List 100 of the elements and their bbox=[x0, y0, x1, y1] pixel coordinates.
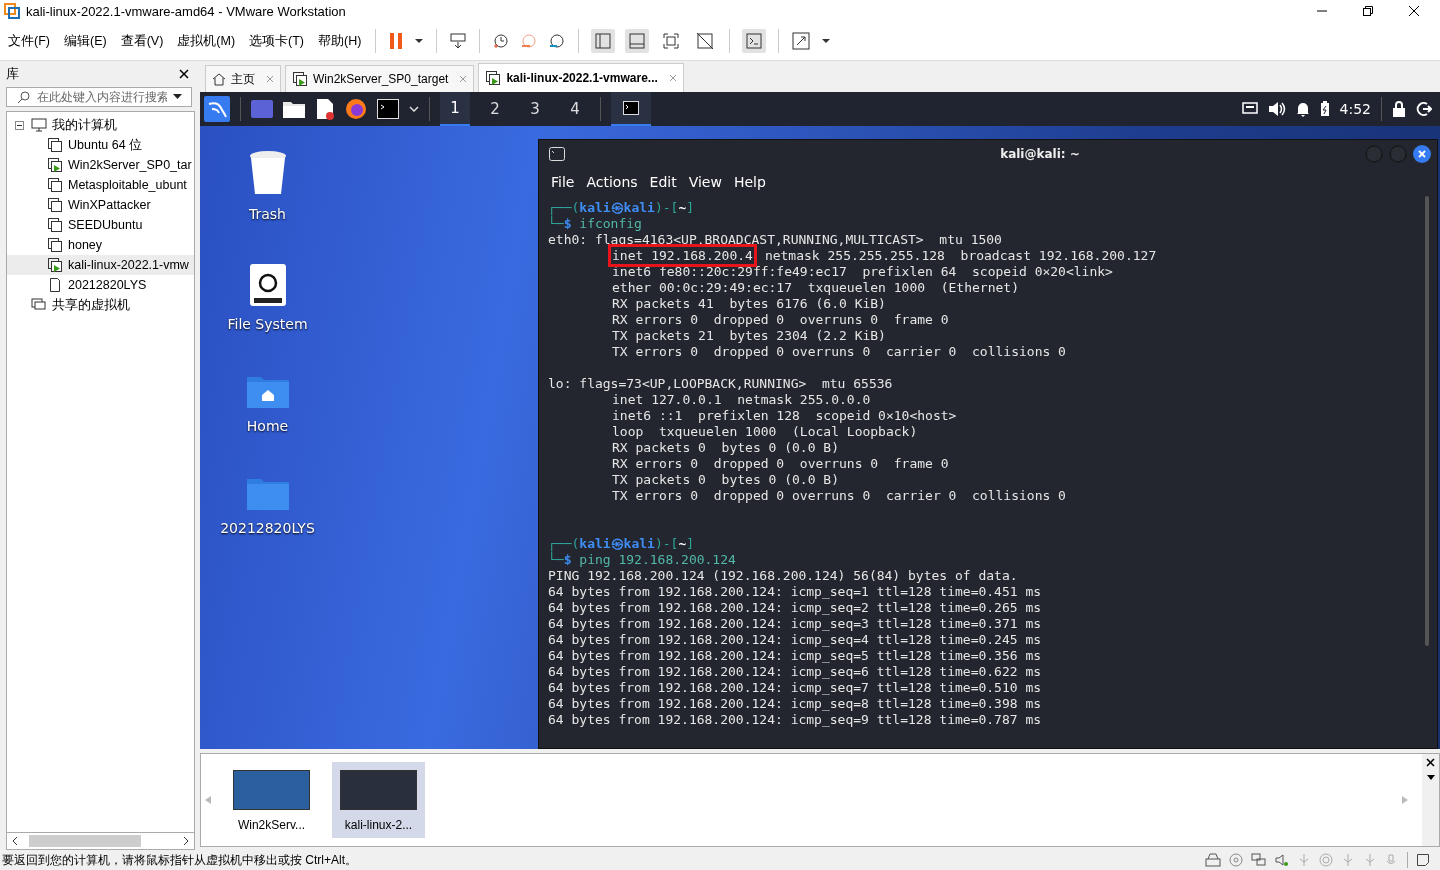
scrollbar[interactable] bbox=[1425, 196, 1429, 646]
home-folder-icon[interactable] bbox=[246, 374, 289, 408]
terminal-title: kali@kali: ~ bbox=[999, 147, 1081, 161]
folder-icon[interactable] bbox=[283, 100, 305, 118]
tree-item[interactable]: kali-linux-2022.1-vmw bbox=[7, 255, 194, 275]
stretch-icon[interactable] bbox=[791, 31, 812, 51]
desktop-icon-label[interactable]: Trash bbox=[249, 206, 286, 222]
logout-icon[interactable] bbox=[1416, 101, 1432, 117]
output-line: eth0: flags=4163<UP,BROADCAST,RUNNING,MULTICAST> mtu 1500 bbox=[548, 232, 1002, 248]
menu-item[interactable]: 选项卡(T) bbox=[247, 30, 307, 52]
scroll-right-icon[interactable] bbox=[182, 836, 190, 846]
tree-item[interactable]: Ubuntu 64 位 bbox=[7, 135, 194, 155]
network-icon[interactable] bbox=[1241, 102, 1258, 116]
command-line: └─$ ping 192.168.200.124 bbox=[548, 552, 736, 568]
lock-icon[interactable] bbox=[1392, 101, 1406, 117]
output-line: loop txqueuelen 1000 (Local Loopback) bbox=[612, 424, 918, 440]
drive-icon[interactable] bbox=[249, 264, 286, 306]
browser-icon[interactable] bbox=[345, 98, 367, 120]
restore-icon[interactable] bbox=[1362, 5, 1374, 17]
output-line: RX errors 0 dropped 0 overruns 0 frame 0 bbox=[612, 312, 949, 328]
caret-icon[interactable] bbox=[409, 106, 419, 112]
snapshot-manager-icon[interactable] bbox=[548, 32, 567, 50]
status-message: 要返回到您的计算机，请将鼠标指针从虚拟机中移出或按 Ctrl+Alt。 bbox=[2, 851, 357, 869]
output-line: RX errors 0 dropped 0 overruns 0 frame 0 bbox=[612, 456, 949, 472]
caret-icon[interactable] bbox=[414, 38, 425, 44]
output-line: lo: flags=73<UP,LOOPBACK,RUNNING> mtu 65536 bbox=[548, 376, 893, 392]
output-line: netmask 255.255.255.128 broadcast 192.168.200.127 bbox=[764, 248, 1157, 263]
tab[interactable]: kali-linux-2022.1-vmware... bbox=[478, 63, 684, 92]
workspace-button[interactable]: 1 bbox=[440, 92, 470, 126]
sound-icon[interactable] bbox=[1275, 853, 1289, 867]
send-keys-icon[interactable] bbox=[449, 32, 468, 50]
scroll-left-icon[interactable] bbox=[11, 836, 19, 846]
vm-thumbnail[interactable]: kali-linux-2... bbox=[332, 762, 425, 838]
menu-item[interactable]: 虚拟机(M) bbox=[175, 30, 238, 52]
tree-item[interactable]: 我的计算机 bbox=[52, 116, 117, 134]
trash-icon[interactable] bbox=[247, 150, 288, 196]
desktop-icon-label[interactable]: File System bbox=[227, 316, 308, 332]
close-icon[interactable] bbox=[1413, 145, 1431, 163]
taskbar-button[interactable] bbox=[611, 92, 651, 126]
library-view-icon[interactable] bbox=[591, 29, 616, 53]
collapse-icon[interactable] bbox=[15, 120, 24, 130]
output-line: 64 bytes from 192.168.200.124: icmp_seq=2 ttl=128 time=0.265 ms bbox=[548, 600, 1042, 616]
menu-item[interactable]: 文件(F) bbox=[6, 30, 52, 52]
terminal-icon bbox=[623, 101, 639, 115]
battery-icon[interactable] bbox=[1319, 101, 1330, 117]
pause-icon[interactable] bbox=[388, 32, 405, 50]
scrollbar-thumb[interactable] bbox=[29, 835, 141, 847]
revert-snapshot-icon[interactable] bbox=[520, 32, 539, 50]
tree-item[interactable]: SEEDUbuntu bbox=[7, 215, 194, 235]
output-line: 64 bytes from 192.168.200.124: icmp_seq=9 ttl=128 time=0.787 ms bbox=[548, 712, 1042, 728]
computer-icon bbox=[31, 118, 47, 132]
menu-item[interactable]: View bbox=[684, 172, 726, 192]
close-icon[interactable] bbox=[1408, 5, 1420, 17]
tree-item[interactable]: 共享的虚拟机 bbox=[52, 296, 130, 314]
vm-thumbnail[interactable]: Win2kServ... bbox=[225, 762, 318, 838]
kali-menu-icon[interactable] bbox=[204, 96, 230, 122]
notification-bell-icon[interactable] bbox=[1295, 101, 1310, 117]
tab[interactable]: Win2kServer_SP0_target bbox=[285, 65, 475, 92]
output-line: RX packets 0 bytes 0 (0.0 B) bbox=[612, 440, 839, 456]
hard-disk-icon[interactable] bbox=[1205, 853, 1221, 867]
menu-item[interactable]: 帮助(H) bbox=[316, 30, 364, 52]
tab[interactable]: 主页 bbox=[205, 65, 281, 92]
menu-item[interactable]: 查看(V) bbox=[118, 30, 166, 52]
output-line: TX errors 0 dropped 0 overruns 0 carrier 0 collisions 0 bbox=[612, 344, 1066, 360]
team-icon bbox=[47, 277, 63, 293]
window-title: kali-linux-2022.1-vmware-amd64 - VMware Workstation bbox=[26, 3, 346, 19]
workspace-button[interactable]: 2 bbox=[480, 92, 510, 126]
prompt-line: ┌──(kali㉿kali)-[~] bbox=[548, 200, 695, 216]
snapshot-icon[interactable] bbox=[492, 32, 511, 50]
prompt-line: ┌──(kali㉿kali)-[~] bbox=[548, 536, 695, 552]
caret-icon[interactable] bbox=[821, 38, 832, 44]
text-editor-icon[interactable] bbox=[315, 98, 335, 120]
close-icon[interactable] bbox=[1426, 758, 1435, 767]
tree-item[interactable]: 20212820LYS bbox=[7, 275, 194, 295]
tree-item[interactable]: WinXPattacker bbox=[7, 195, 194, 215]
menu-item[interactable]: Edit bbox=[645, 172, 681, 192]
caret-icon[interactable] bbox=[173, 94, 182, 100]
volume-icon[interactable] bbox=[1267, 101, 1286, 117]
caret-icon[interactable] bbox=[1426, 775, 1435, 780]
tree-item[interactable]: Metasploitable_ubunt bbox=[7, 175, 194, 195]
thumbnail-view-icon[interactable] bbox=[625, 29, 650, 53]
message-log-icon[interactable] bbox=[1416, 853, 1430, 867]
menu-item[interactable]: File bbox=[547, 172, 579, 192]
output-line: 64 bytes from 192.168.200.124: icmp_seq=6 ttl=128 time=0.622 ms bbox=[548, 664, 1042, 680]
tree-item[interactable]: Win2kServer_SP0_tar bbox=[7, 155, 194, 175]
menu-item[interactable]: Help bbox=[729, 172, 770, 192]
network-adapter-icon[interactable] bbox=[1251, 853, 1267, 867]
workspace-button[interactable]: 4 bbox=[560, 92, 590, 126]
desktop-icon-label[interactable]: Home bbox=[246, 418, 289, 434]
terminal-icon[interactable] bbox=[377, 99, 399, 119]
output-line: 64 bytes from 192.168.200.124: icmp_seq=3 ttl=128 time=0.371 ms bbox=[548, 616, 1042, 632]
menu-item[interactable]: 编辑(E) bbox=[61, 30, 109, 52]
desktop-icon-label[interactable]: 20212820LYS bbox=[220, 520, 315, 536]
close-icon[interactable] bbox=[179, 69, 189, 79]
command-line: └─$ ifconfig bbox=[548, 216, 642, 232]
console-view-icon[interactable] bbox=[742, 29, 767, 53]
menu-item[interactable]: Actions bbox=[582, 172, 642, 192]
tree-item[interactable]: honey bbox=[7, 235, 194, 255]
workspace-button[interactable]: 3 bbox=[520, 92, 550, 126]
output-line: 64 bytes from 192.168.200.124: icmp_seq=7 ttl=128 time=0.510 ms bbox=[548, 680, 1042, 696]
